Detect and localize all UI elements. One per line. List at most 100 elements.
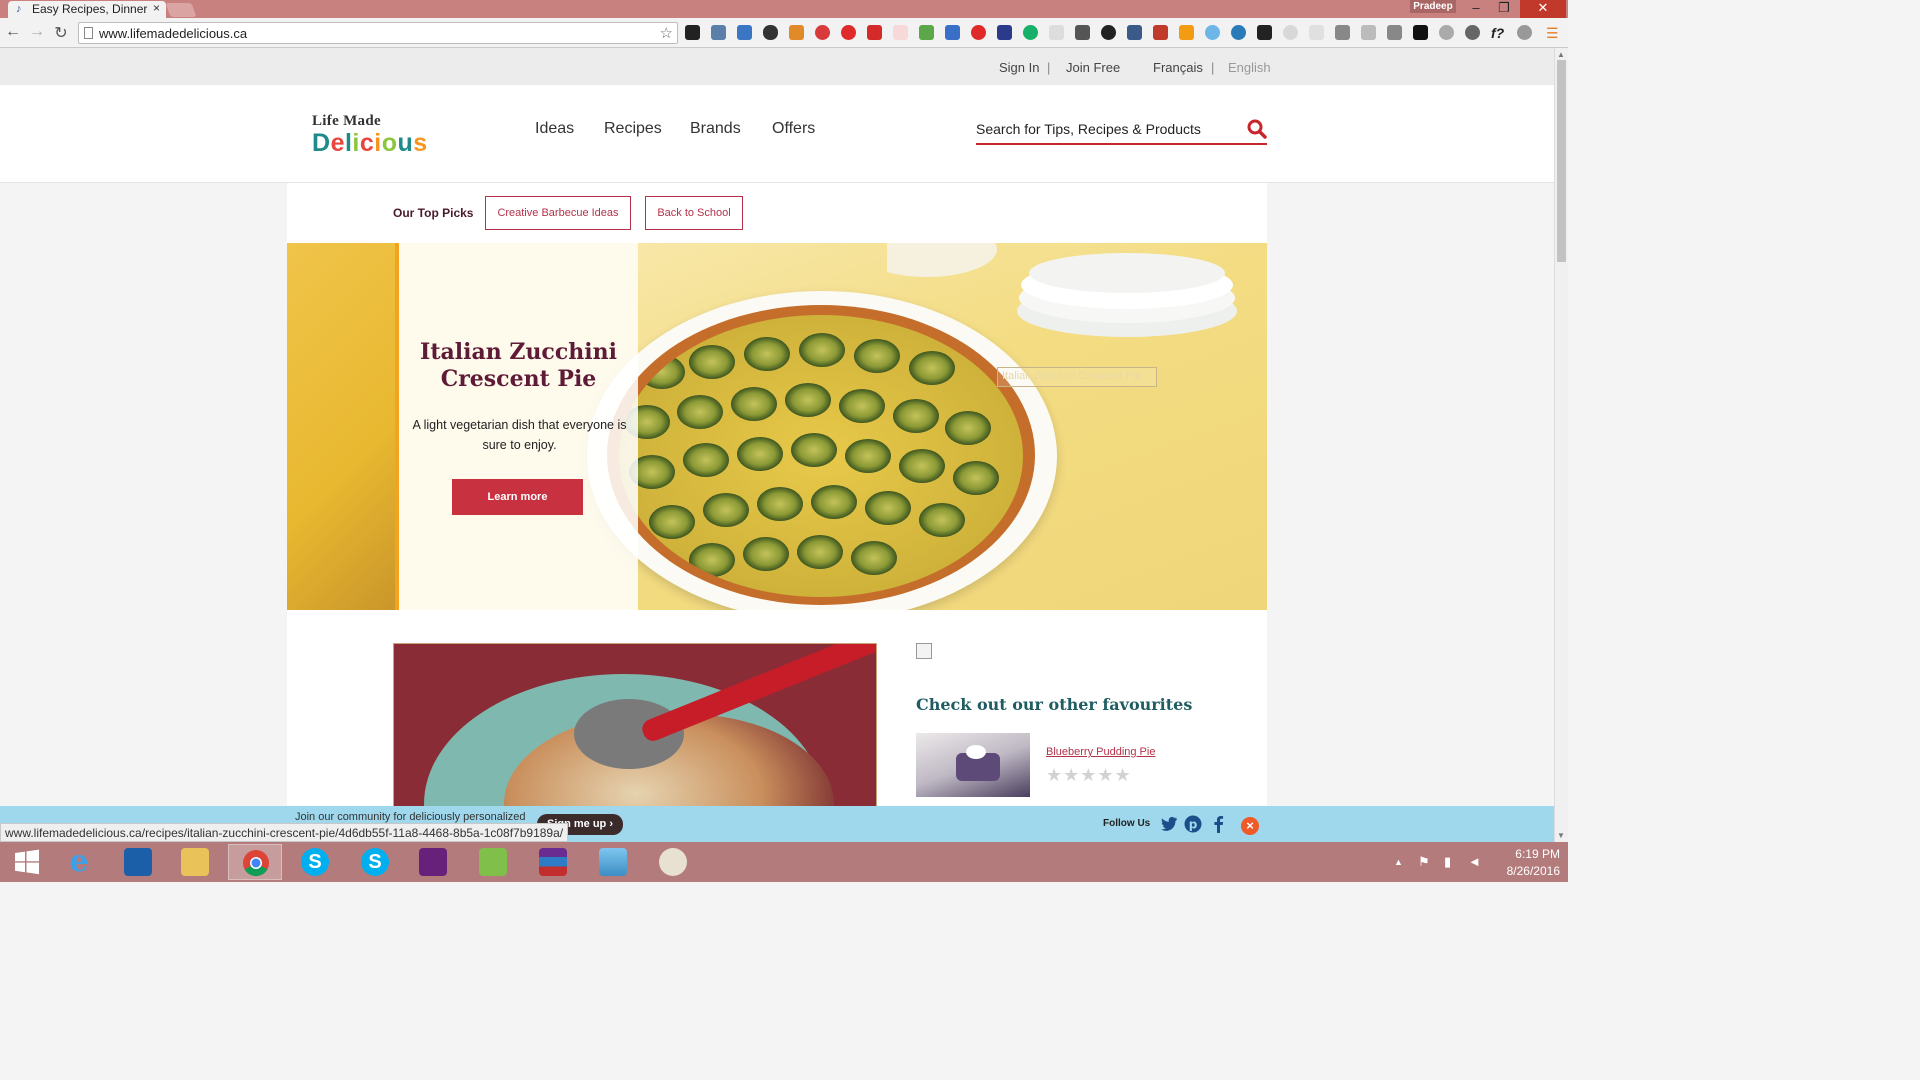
- extension-book-icon[interactable]: [997, 25, 1012, 40]
- extension-chart-icon[interactable]: [867, 25, 882, 40]
- join-community-text: Join our community for deliciously perso…: [295, 811, 526, 823]
- tab-close-icon[interactable]: ×: [153, 1, 160, 15]
- scroll-thumb[interactable]: [1557, 60, 1566, 262]
- extension-feather-icon[interactable]: [1283, 25, 1298, 40]
- chrome-menu-icon[interactable]: ☰: [1546, 25, 1561, 41]
- extension-target-icon[interactable]: [815, 25, 830, 40]
- creative-barbecue-ideas-button[interactable]: Creative Barbecue Ideas: [485, 196, 631, 230]
- language-english-link[interactable]: English: [1228, 60, 1271, 75]
- extension-g-icon[interactable]: [1361, 25, 1376, 40]
- extension-ruler-icon[interactable]: [789, 25, 804, 40]
- nav-ideas[interactable]: Ideas: [535, 120, 574, 138]
- action-center-flag-icon[interactable]: ⚑: [1418, 854, 1430, 870]
- zucchini-slice: [677, 395, 723, 429]
- taskbar-photos[interactable]: [586, 844, 640, 880]
- window-close-button[interactable]: ✕: [1520, 0, 1566, 18]
- extension-function-icon[interactable]: f?: [1491, 25, 1506, 41]
- extension-gray-icon[interactable]: [1335, 25, 1350, 40]
- extension-l-icon[interactable]: [685, 25, 700, 40]
- taskbar-winrar[interactable]: [526, 844, 580, 880]
- profile-badge[interactable]: Pradeep: [1410, 0, 1456, 13]
- extension-badge-icon[interactable]: [1153, 25, 1168, 40]
- maximize-button[interactable]: ❐: [1490, 0, 1518, 18]
- taskbar-skype-business[interactable]: S: [348, 844, 402, 880]
- zucchini-slice: [683, 443, 729, 477]
- taskbar-visual-studio[interactable]: [406, 844, 460, 880]
- taskbar-paint[interactable]: [646, 844, 700, 880]
- extension-cog-icon[interactable]: [1465, 25, 1480, 40]
- reload-icon[interactable]: ↻: [52, 23, 70, 43]
- hero-banner[interactable]: Italian Zucchini Crescent Pie A light ve…: [287, 243, 1267, 610]
- extension-capture-icon[interactable]: [1127, 25, 1142, 40]
- extension-rss-icon[interactable]: [1179, 25, 1194, 40]
- taskbar-skype[interactable]: S: [288, 844, 342, 880]
- extension-glasses-icon[interactable]: [763, 25, 778, 40]
- extension-disc-icon[interactable]: [1439, 25, 1454, 40]
- page-scrollbar[interactable]: ▲ ▼: [1554, 48, 1568, 842]
- bookmark-star-icon[interactable]: ☆: [660, 24, 673, 42]
- extension-grammarly-icon[interactable]: [1023, 25, 1038, 40]
- extension-camera-icon[interactable]: [1075, 25, 1090, 40]
- scroll-down-icon[interactable]: ▼: [1557, 831, 1565, 840]
- banner-close-icon[interactable]: ×: [1241, 817, 1259, 835]
- extension-eyedropper-icon[interactable]: [711, 25, 726, 40]
- extension-calendar-icon[interactable]: [893, 25, 908, 40]
- learn-more-button[interactable]: Learn more: [452, 479, 583, 515]
- extension-dark-icon[interactable]: [1413, 25, 1428, 40]
- back-to-school-button[interactable]: Back to School: [645, 196, 743, 230]
- sign-in-link[interactable]: Sign In: [999, 60, 1039, 75]
- extension-drive-icon[interactable]: [1387, 25, 1402, 40]
- twitter-icon[interactable]: [1160, 815, 1178, 833]
- taskbar-outlook[interactable]: [111, 844, 165, 880]
- zucchini-slice: [689, 543, 735, 577]
- extension-gear-icon[interactable]: [1101, 25, 1116, 40]
- address-bar[interactable]: www.lifemadedelicious.ca ☆: [78, 22, 678, 44]
- back-icon[interactable]: ←: [4, 23, 22, 41]
- minimize-button[interactable]: –: [1462, 0, 1490, 18]
- facebook-icon[interactable]: [1210, 815, 1228, 833]
- start-button[interactable]: [0, 844, 54, 880]
- site-header: Life Made Delicious Ideas Recipes Brands…: [0, 85, 1554, 183]
- extension-doc-icon[interactable]: [1309, 25, 1324, 40]
- follow-us-label: Follow Us: [1103, 818, 1151, 829]
- extension-screen-icon[interactable]: [737, 25, 752, 40]
- volume-icon[interactable]: ◄: [1468, 854, 1481, 869]
- extension-scissors-icon[interactable]: [919, 25, 934, 40]
- join-free-link[interactable]: Join Free: [1066, 60, 1120, 75]
- extension-opera-icon[interactable]: [841, 25, 856, 40]
- featured-recipe-image[interactable]: [393, 643, 877, 813]
- winrar-icon: [539, 848, 567, 876]
- battery-icon[interactable]: ▮: [1444, 854, 1451, 870]
- utility-separator: |: [1211, 60, 1215, 75]
- language-french-link[interactable]: Français: [1153, 60, 1203, 75]
- scroll-up-icon[interactable]: ▲: [1557, 50, 1565, 59]
- extension-snowflake-icon[interactable]: [1205, 25, 1220, 40]
- site-logo[interactable]: Life Made Delicious: [312, 113, 428, 156]
- search-input[interactable]: [976, 113, 1236, 141]
- outlook-icon: [124, 848, 152, 876]
- taskbar-chrome[interactable]: [228, 844, 282, 880]
- zucchini-slice: [865, 491, 911, 525]
- pinterest-icon[interactable]: p: [1184, 815, 1202, 833]
- forward-icon[interactable]: →: [28, 23, 46, 41]
- extension-tick-icon[interactable]: [1257, 25, 1272, 40]
- extension-translate-icon[interactable]: [945, 25, 960, 40]
- taskbar-internet-explorer[interactable]: e: [52, 844, 106, 880]
- tray-expand-icon[interactable]: ▲: [1394, 857, 1403, 867]
- browser-tab[interactable]: ♪ Easy Recipes, Dinner ×: [8, 1, 166, 18]
- search-icon[interactable]: [1247, 119, 1267, 142]
- extension-check-icon[interactable]: [1049, 25, 1064, 40]
- nav-brands[interactable]: Brands: [690, 120, 741, 138]
- taskbar-file-explorer[interactable]: [168, 844, 222, 880]
- favourite-thumbnail[interactable]: [916, 733, 1030, 797]
- nav-offers[interactable]: Offers: [772, 120, 815, 138]
- nav-recipes[interactable]: Recipes: [604, 120, 662, 138]
- extension-globe-icon[interactable]: [1231, 25, 1246, 40]
- new-tab-button[interactable]: [165, 3, 197, 17]
- favourite-recipe-link[interactable]: Blueberry Pudding Pie: [1046, 746, 1155, 758]
- extension-world-icon[interactable]: [1517, 25, 1532, 40]
- taskbar-clock[interactable]: 6:19 PM 8/26/2016: [1490, 846, 1560, 880]
- star-rating[interactable]: ★★★★★: [1046, 765, 1132, 786]
- extension-circle-icon[interactable]: [971, 25, 986, 40]
- taskbar-notepad[interactable]: [466, 844, 520, 880]
